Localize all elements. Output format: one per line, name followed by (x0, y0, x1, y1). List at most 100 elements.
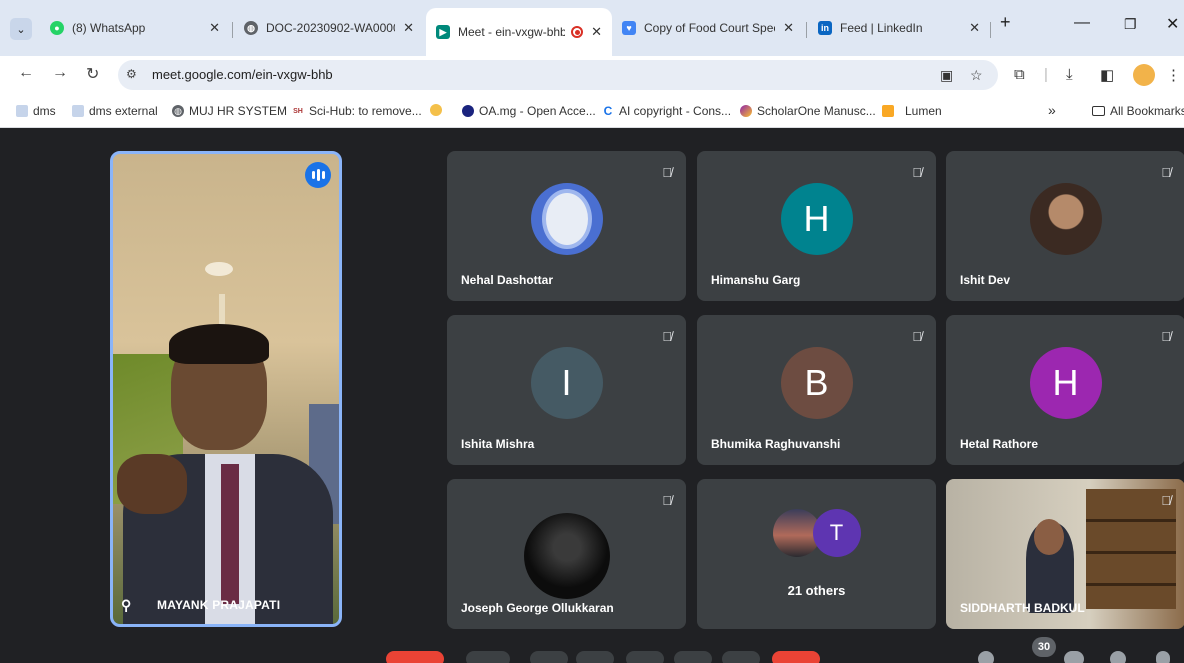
profile-avatar[interactable] (1133, 64, 1155, 86)
bookmark-ai-copyright[interactable]: C AI copyright - Cons... (602, 104, 731, 118)
close-tab-icon[interactable]: ✕ (783, 20, 794, 36)
present-button[interactable] (626, 651, 664, 663)
pin-icon[interactable]: ⚲ (121, 597, 131, 614)
mic-off-icon: 🎙̸ (1161, 329, 1171, 344)
tab-forms[interactable]: ♥ Copy of Food Court Spec ✕ (612, 8, 804, 48)
emoji-button[interactable] (576, 651, 614, 663)
back-icon[interactable]: ← (18, 64, 34, 82)
all-bookmarks-button[interactable]: All Bookmarks (1092, 104, 1184, 118)
participant-name: Hetal Rathore (960, 437, 1039, 451)
menu-icon[interactable]: ⋮ (1166, 66, 1181, 84)
chat-icon[interactable] (1064, 651, 1084, 663)
bookmark-star-icon[interactable]: ☆ (970, 67, 983, 84)
speaker-name: MAYANK PRAJAPATI (157, 598, 281, 612)
mic-off-icon: 🎙̸ (662, 493, 672, 508)
avatar: T (812, 509, 861, 557)
host-controls-icon[interactable] (1156, 651, 1170, 663)
speaker-hair (169, 324, 269, 364)
camera-person-head (1034, 519, 1064, 555)
bird-icon (430, 104, 442, 116)
info-icon[interactable] (978, 651, 994, 663)
bookmark-scihub[interactable]: SH Sci-Hub: to remove... (292, 104, 422, 118)
tab-title: Copy of Food Court Spec (644, 21, 776, 35)
bookmark-oamg[interactable]: OA.mg - Open Acce... (462, 104, 596, 118)
tab-title: DOC-20230902-WA0000 (266, 21, 396, 35)
participant-name: SIDDHARTH BADKUL (960, 601, 1085, 615)
participant-tile[interactable]: 🎙̸ Joseph George Ollukkaran (447, 479, 686, 629)
new-tab-button[interactable]: + (1000, 12, 1011, 33)
avatar (530, 183, 603, 255)
side-panel-icon[interactable]: ◧ (1100, 66, 1114, 84)
tab-strip: ⌄ ● (8) WhatsApp ✕ ◍ DOC-20230902-WA0000… (0, 0, 1184, 56)
forward-icon[interactable]: → (52, 64, 68, 82)
camera-button[interactable] (466, 651, 510, 663)
captions-button[interactable] (530, 651, 568, 663)
bookmark-dms[interactable]: dms (16, 104, 56, 118)
participant-name: Himanshu Garg (711, 273, 801, 287)
address-bar[interactable]: ⚙ meet.google.com/ein-vxgw-bhb ▣ ☆ (118, 60, 998, 90)
mic-off-icon: 🎙̸ (1161, 493, 1171, 508)
tab-whatsapp[interactable]: ● (8) WhatsApp ✕ (40, 8, 230, 48)
leave-call-button[interactable] (772, 651, 820, 663)
meet-stage: ⚲ MAYANK PRAJAPATI 🎙̸ Nehal Dashottar 🎙̸… (0, 129, 1184, 663)
participant-tile[interactable]: 🎙̸ Nehal Dashottar (447, 151, 686, 301)
avatar: H (780, 183, 853, 255)
globe-icon: ◍ (244, 21, 258, 35)
close-tab-icon[interactable]: ✕ (403, 20, 414, 36)
avatar: B (780, 347, 853, 419)
reload-icon[interactable]: ↻ (86, 64, 99, 84)
recording-icon (571, 26, 584, 38)
document-icon (16, 105, 28, 117)
whatsapp-icon: ● (50, 21, 64, 35)
main-speaker-tile[interactable]: ⚲ MAYANK PRAJAPATI (110, 151, 342, 627)
bookmark-lumen[interactable]: Lumen (882, 104, 942, 118)
bookmark-scholarone[interactable]: ScholarOne Manusc... (740, 104, 876, 118)
extensions-icon[interactable]: ⧉ (1014, 66, 1025, 83)
participant-tile[interactable]: 🎙̸ B Bhumika Raghuvanshi (697, 315, 936, 465)
close-tab-icon[interactable]: ✕ (209, 20, 220, 36)
minimize-icon[interactable]: — (1074, 14, 1090, 32)
camera-in-use-icon[interactable]: ▣ (940, 67, 953, 84)
raise-hand-button[interactable] (674, 651, 712, 663)
bookmark-muj-hr[interactable]: ◍ MUJ HR SYSTEM (172, 104, 287, 118)
close-tab-icon[interactable]: ✕ (591, 24, 602, 40)
bookmark-bird[interactable] (430, 104, 447, 116)
tab-divider (990, 22, 991, 38)
participant-tile[interactable]: 🎙̸ I Ishita Mishra (447, 315, 686, 465)
restore-icon[interactable]: ❐ (1124, 16, 1137, 33)
activities-icon[interactable] (1110, 651, 1126, 663)
speaker-hand (117, 454, 187, 514)
bookmark-dms-external[interactable]: dms external (72, 104, 158, 118)
circle-icon (462, 105, 474, 117)
url-text[interactable]: meet.google.com/ein-vxgw-bhb (152, 67, 333, 82)
avatar (1029, 183, 1102, 255)
participant-tile[interactable]: 🎙̸ Ishit Dev (946, 151, 1184, 301)
speaker-tie (221, 464, 239, 604)
avatar: H (1029, 347, 1102, 419)
tab-linkedin[interactable]: in Feed | LinkedIn ✕ (808, 8, 990, 48)
camera-tile[interactable]: 🎙̸ SIDDHARTH BADKUL (946, 479, 1184, 629)
tab-search-button[interactable]: ⌄ (10, 18, 32, 40)
bookmark-label: dms (33, 104, 56, 118)
close-tab-icon[interactable]: ✕ (969, 20, 980, 36)
participant-tile[interactable]: 🎙̸ H Himanshu Garg (697, 151, 936, 301)
others-tile[interactable]: T 21 others (697, 479, 936, 629)
more-options-button[interactable] (722, 651, 760, 663)
mic-off-icon: 🎙̸ (1161, 165, 1171, 180)
site-settings-icon[interactable]: ⚙ (126, 67, 137, 81)
linkedin-icon: in (818, 21, 832, 35)
folder-icon (1092, 106, 1105, 116)
participant-count-badge[interactable]: 30 (1032, 637, 1056, 657)
tab-meet[interactable]: ▶ Meet - ein-vxgw-bhb ✕ (426, 8, 612, 56)
participant-tile[interactable]: 🎙̸ H Hetal Rathore (946, 315, 1184, 465)
more-bookmarks-button[interactable]: » (1048, 102, 1056, 118)
participant-name: Joseph George Ollukkaran (461, 601, 614, 615)
tab-doc[interactable]: ◍ DOC-20230902-WA0000 ✕ (234, 8, 424, 48)
downloads-icon[interactable]: ⤓ (1066, 66, 1073, 83)
c-icon: C (603, 104, 613, 118)
mic-button[interactable] (386, 651, 444, 663)
all-bookmarks-label: All Bookmarks (1110, 104, 1184, 118)
scholarone-icon (740, 105, 752, 117)
speaking-indicator-icon (305, 162, 331, 188)
close-window-icon[interactable]: ✕ (1166, 14, 1179, 34)
